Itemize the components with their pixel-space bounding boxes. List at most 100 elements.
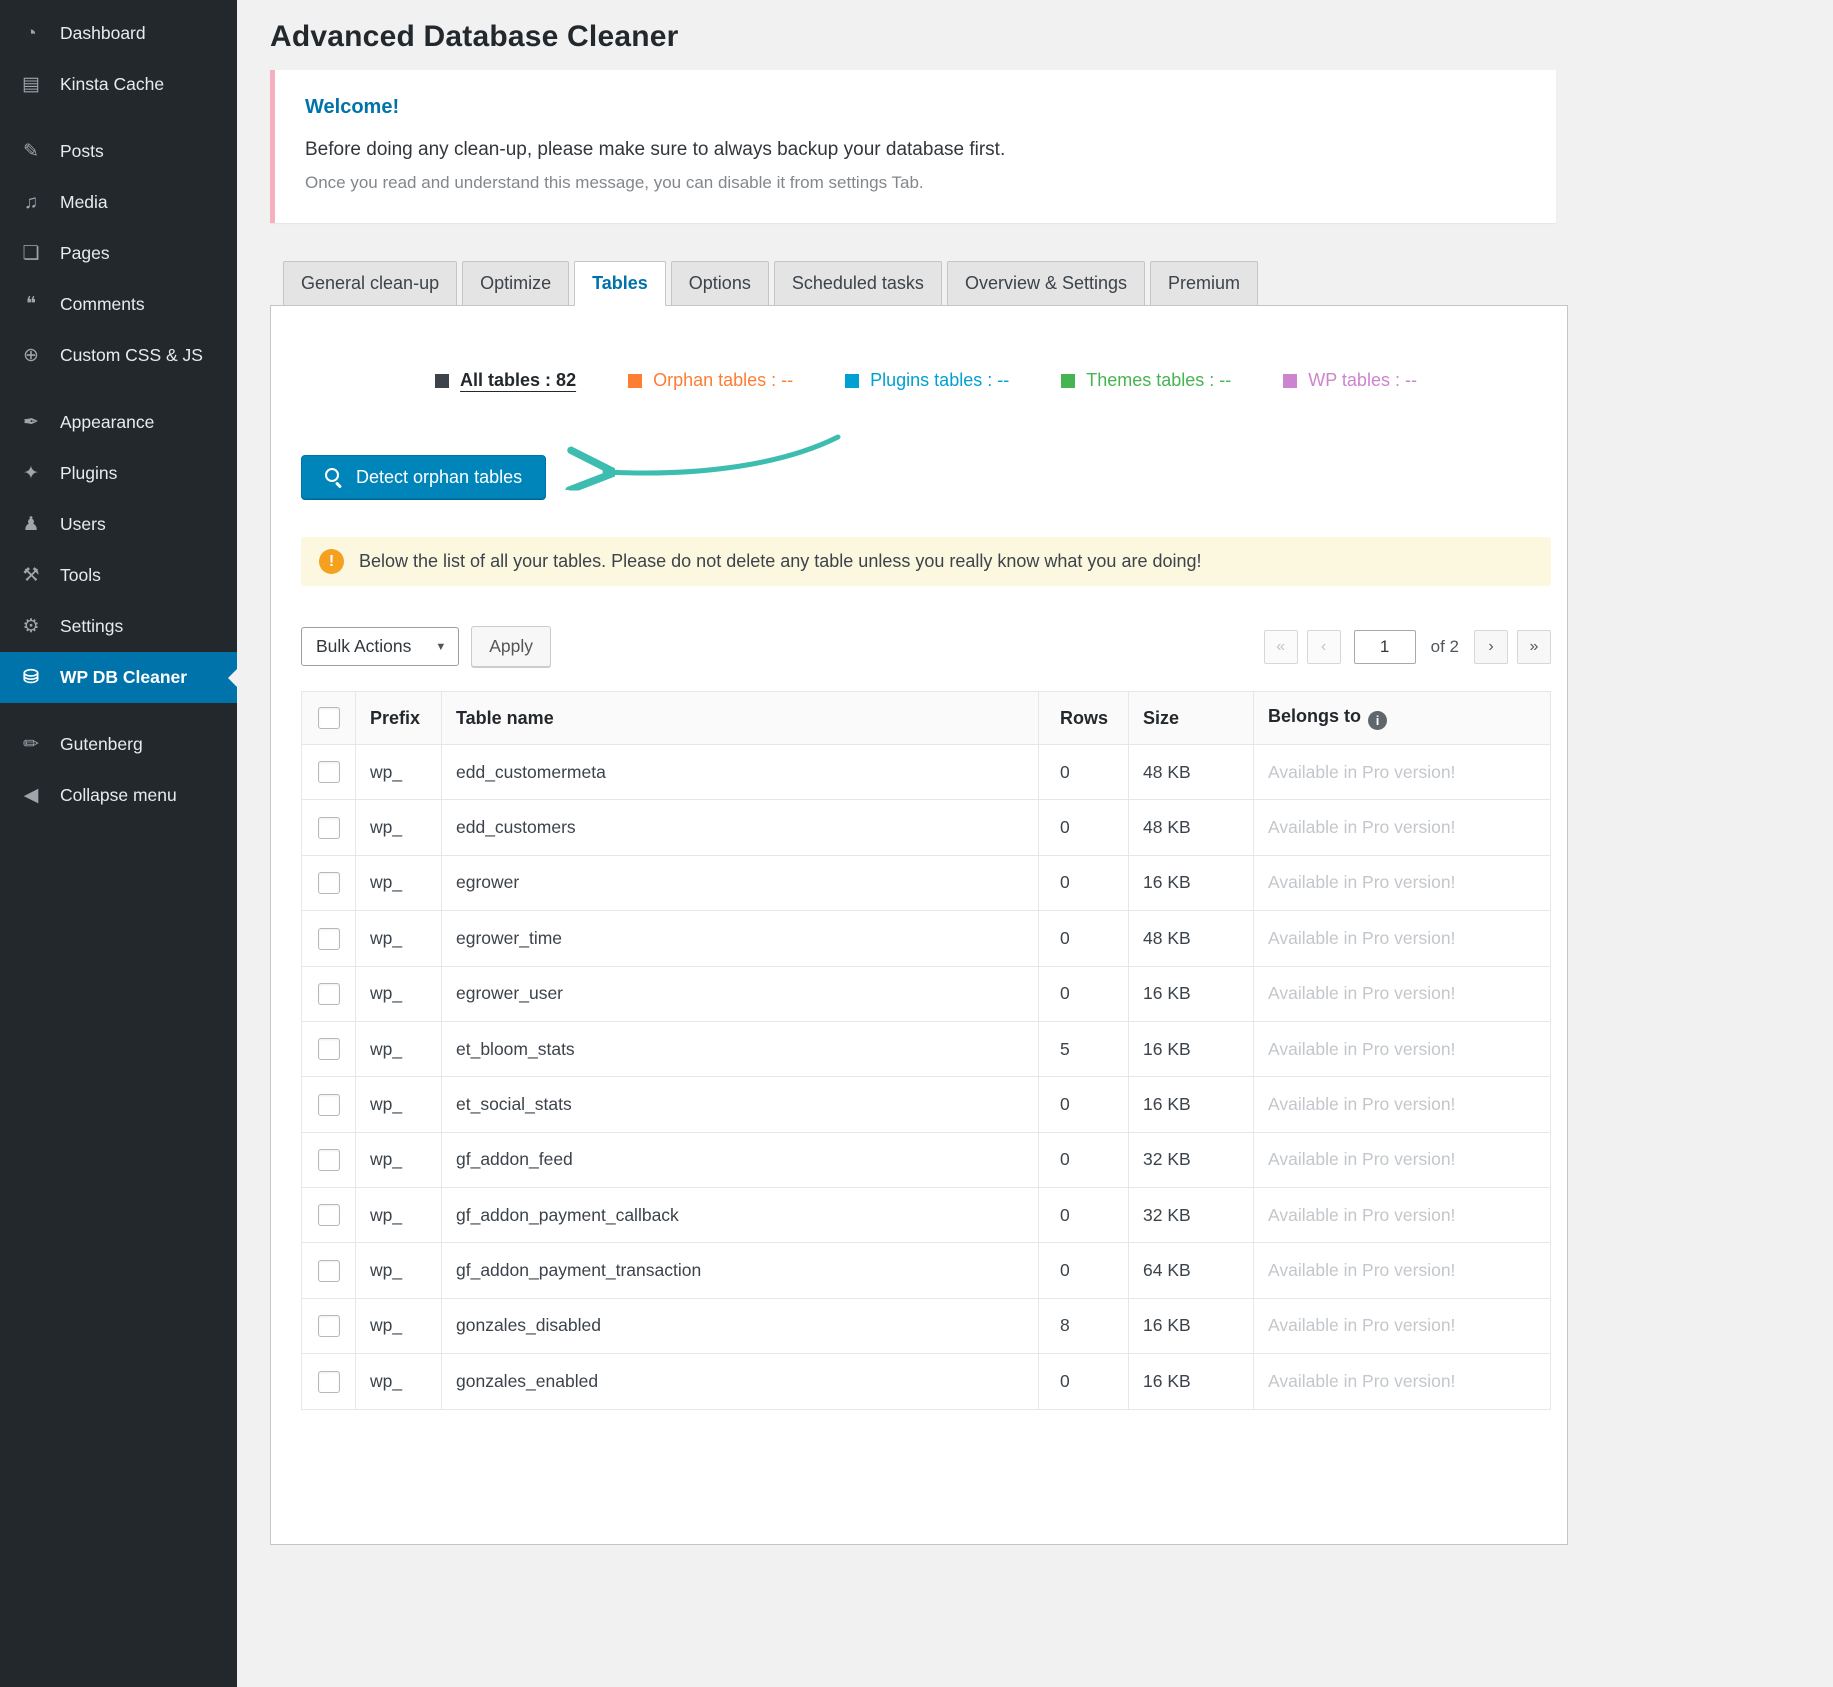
- sidebar-item-posts[interactable]: ✎ Posts: [0, 126, 237, 177]
- next-page-button[interactable]: ›: [1474, 630, 1508, 664]
- row-checkbox[interactable]: [318, 983, 340, 1005]
- sidebar-item-label: Plugins: [60, 463, 117, 484]
- tables-list: Prefix Table name Rows Size Belongs toi …: [301, 691, 1551, 1410]
- cell-table-name: gf_addon_payment_callback: [442, 1188, 1039, 1243]
- sidebar-item-kinsta-cache[interactable]: ▤Kinsta Cache: [0, 59, 237, 110]
- cell-size: 16 KB: [1129, 1354, 1254, 1409]
- sidebar-item-pages[interactable]: ❏Pages: [0, 228, 237, 279]
- pagination: « ‹ of 2 › »: [1264, 630, 1551, 664]
- cell-prefix: wp_: [356, 800, 442, 855]
- cell-size: 32 KB: [1129, 1132, 1254, 1187]
- admin-sidebar: ◔Dashboard▤Kinsta Cache ✎ Posts ♫Media❏Page…: [0, 0, 237, 1687]
- cell-size: 48 KB: [1129, 745, 1254, 800]
- tab-optimize[interactable]: Optimize: [462, 261, 569, 306]
- custom-css-icon: ⊕: [17, 344, 45, 367]
- database-icon: ⛁: [17, 666, 45, 689]
- cell-prefix: wp_: [356, 1354, 442, 1409]
- comments-icon: ❝: [17, 293, 45, 316]
- row-checkbox[interactable]: [318, 928, 340, 950]
- prefix-column-header: Prefix: [356, 692, 442, 745]
- belongs-to-column-header: Belongs toi: [1254, 692, 1551, 745]
- current-page-input[interactable]: [1354, 630, 1416, 664]
- select-all-checkbox[interactable]: [318, 707, 340, 729]
- sidebar-item-users[interactable]: ♟Users: [0, 499, 237, 550]
- info-icon[interactable]: i: [1368, 711, 1387, 730]
- table-row: wp_gf_addon_payment_callback032 KBAvaila…: [302, 1188, 1551, 1243]
- filter-plugins-tables[interactable]: Plugins tables : --: [845, 370, 1009, 391]
- row-checkbox[interactable]: [318, 1204, 340, 1226]
- cell-belongs-to: Available in Pro version!: [1254, 1298, 1551, 1353]
- tab-tables[interactable]: Tables: [574, 261, 666, 306]
- row-checkbox[interactable]: [318, 1038, 340, 1060]
- size-column-header: Size: [1129, 692, 1254, 745]
- cell-belongs-to: Available in Pro version!: [1254, 745, 1551, 800]
- cell-rows: 0: [1039, 1243, 1129, 1298]
- row-checkbox[interactable]: [318, 1260, 340, 1282]
- sidebar-item-comments[interactable]: ❝Comments: [0, 279, 237, 330]
- tab-premium[interactable]: Premium: [1150, 261, 1258, 306]
- cell-size: 48 KB: [1129, 911, 1254, 966]
- search-icon: [325, 468, 343, 486]
- cell-rows: 0: [1039, 1077, 1129, 1132]
- cell-rows: 5: [1039, 1021, 1129, 1076]
- annotation-arrow-icon: [581, 423, 881, 503]
- filter-color-swatch: [845, 374, 859, 388]
- detect-orphan-tables-button[interactable]: Detect orphan tables: [301, 455, 546, 499]
- table-row: wp_edd_customermeta048 KBAvailable in Pr…: [302, 745, 1551, 800]
- sidebar-item-custom-css-js[interactable]: ⊕Custom CSS & JS: [0, 330, 237, 381]
- filter-all-tables[interactable]: All tables : 82: [435, 370, 576, 391]
- filter-orphan-tables[interactable]: Orphan tables : --: [628, 370, 793, 391]
- table-row: wp_et_bloom_stats516 KBAvailable in Pro …: [302, 1021, 1551, 1076]
- sidebar-item-label: Users: [60, 514, 106, 535]
- bulk-actions-select[interactable]: Bulk Actions ▼: [301, 627, 459, 666]
- sidebar-item-settings[interactable]: ⚙Settings: [0, 601, 237, 652]
- row-checkbox[interactable]: [318, 1149, 340, 1171]
- sidebar-item-plugins[interactable]: ✦Plugins: [0, 448, 237, 499]
- sidebar-item-collapse-menu[interactable]: ◀Collapse menu: [0, 770, 237, 821]
- cell-table-name: edd_customers: [442, 800, 1039, 855]
- tab-options[interactable]: Options: [671, 261, 769, 306]
- first-page-button[interactable]: «: [1264, 630, 1298, 664]
- warning-icon: !: [319, 549, 344, 574]
- warning-text: Below the list of all your tables. Pleas…: [359, 551, 1202, 572]
- sidebar-item-label: Dashboard: [60, 23, 146, 44]
- rows-column-header: Rows: [1039, 692, 1129, 745]
- sidebar-item-dashboard[interactable]: ◔Dashboard: [0, 8, 237, 59]
- row-checkbox[interactable]: [318, 1371, 340, 1393]
- sidebar-item-gutenberg[interactable]: ✏Gutenberg: [0, 719, 237, 770]
- sidebar-item-label: Posts: [60, 141, 104, 162]
- row-checkbox[interactable]: [318, 817, 340, 839]
- cell-size: 16 KB: [1129, 966, 1254, 1021]
- tab-general-clean-up[interactable]: General clean-up: [283, 261, 457, 306]
- tab-overview-settings[interactable]: Overview & Settings: [947, 261, 1145, 306]
- cell-size: 16 KB: [1129, 1077, 1254, 1132]
- row-checkbox[interactable]: [318, 872, 340, 894]
- cell-size: 32 KB: [1129, 1188, 1254, 1243]
- sidebar-item-appearance[interactable]: ✒Appearance: [0, 397, 237, 448]
- last-page-button[interactable]: »: [1517, 630, 1551, 664]
- row-checkbox[interactable]: [318, 761, 340, 783]
- cell-size: 16 KB: [1129, 1298, 1254, 1353]
- warning-notice: ! Below the list of all your tables. Ple…: [301, 537, 1551, 586]
- cell-belongs-to: Available in Pro version!: [1254, 1077, 1551, 1132]
- prev-page-button[interactable]: ‹: [1307, 630, 1341, 664]
- row-checkbox[interactable]: [318, 1315, 340, 1337]
- settings-icon: ⚙: [17, 615, 45, 638]
- row-checkbox[interactable]: [318, 1094, 340, 1116]
- cell-table-name: gonzales_disabled: [442, 1298, 1039, 1353]
- pushpin-icon: ✎: [17, 140, 45, 163]
- cell-belongs-to: Available in Pro version!: [1254, 1188, 1551, 1243]
- table-row: wp_et_social_stats016 KBAvailable in Pro…: [302, 1077, 1551, 1132]
- cell-rows: 0: [1039, 800, 1129, 855]
- table-row: wp_gf_addon_feed032 KBAvailable in Pro v…: [302, 1132, 1551, 1187]
- cell-belongs-to: Available in Pro version!: [1254, 800, 1551, 855]
- cell-table-name: gf_addon_payment_transaction: [442, 1243, 1039, 1298]
- sidebar-item-media[interactable]: ♫Media: [0, 177, 237, 228]
- filter-wp-tables[interactable]: WP tables : --: [1283, 370, 1417, 391]
- cell-size: 48 KB: [1129, 800, 1254, 855]
- filter-themes-tables[interactable]: Themes tables : --: [1061, 370, 1231, 391]
- sidebar-item-tools[interactable]: ⚒Tools: [0, 550, 237, 601]
- tab-scheduled-tasks[interactable]: Scheduled tasks: [774, 261, 942, 306]
- sidebar-item-wp-db-cleaner[interactable]: ⛁WP DB Cleaner: [0, 652, 237, 703]
- apply-button[interactable]: Apply: [471, 626, 551, 667]
